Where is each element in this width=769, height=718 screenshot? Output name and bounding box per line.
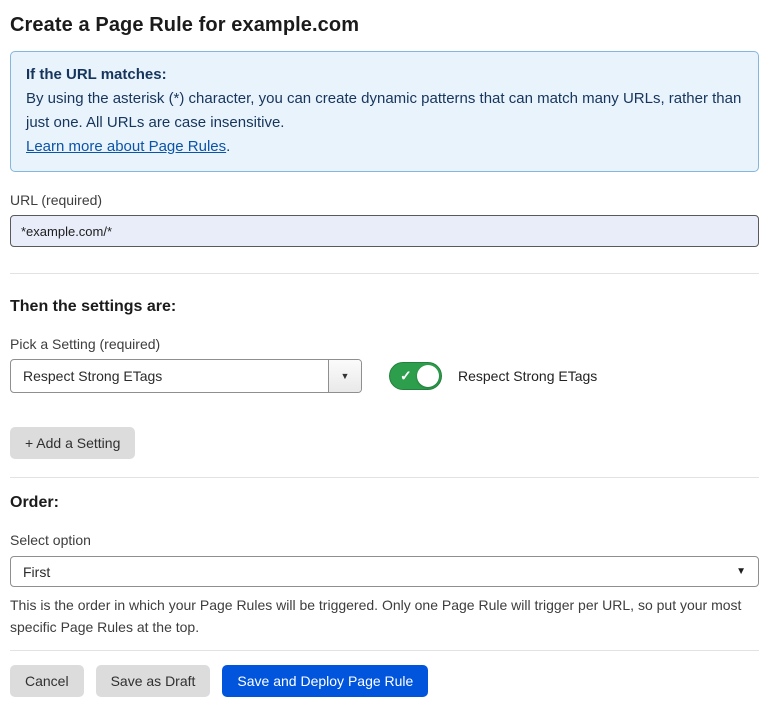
- divider: [10, 273, 759, 274]
- learn-more-link[interactable]: Learn more about Page Rules: [26, 138, 226, 155]
- setting-select-dropdown-button[interactable]: ▼: [328, 360, 361, 392]
- save-draft-button[interactable]: Save as Draft: [96, 665, 211, 697]
- setting-toggle[interactable]: ✓: [389, 362, 442, 390]
- info-box-body: By using the asterisk (*) character, you…: [26, 87, 743, 135]
- page-title: Create a Page Rule for example.com: [10, 14, 759, 37]
- order-select-value: First: [23, 564, 50, 580]
- order-select-label: Select option: [10, 532, 759, 548]
- pick-setting-label: Pick a Setting (required): [10, 336, 759, 352]
- toggle-knob: [417, 365, 439, 387]
- divider: [10, 650, 759, 651]
- cancel-button[interactable]: Cancel: [10, 665, 84, 697]
- order-heading: Order:: [10, 494, 759, 512]
- page-rule-form: Create a Page Rule for example.com If th…: [10, 14, 759, 697]
- info-box-heading: If the URL matches:: [26, 63, 743, 87]
- footer-actions: Cancel Save as Draft Save and Deploy Pag…: [10, 665, 759, 697]
- toggle-label: Respect Strong ETags: [458, 368, 597, 384]
- info-box-link-line: Learn more about Page Rules.: [26, 135, 743, 159]
- chevron-down-icon: ▼: [736, 566, 746, 577]
- order-help-text: This is the order in which your Page Rul…: [10, 594, 759, 638]
- setting-select[interactable]: Respect Strong ETags ▼: [10, 359, 362, 393]
- setting-row: Respect Strong ETags ▼ ✓ Respect Strong …: [10, 359, 759, 393]
- settings-heading: Then the settings are:: [10, 298, 759, 316]
- setting-select-value: Respect Strong ETags: [11, 360, 328, 392]
- link-period: .: [226, 138, 230, 155]
- url-match-info-box: If the URL matches: By using the asteris…: [10, 51, 759, 172]
- check-icon: ✓: [400, 369, 412, 383]
- add-setting-button[interactable]: + Add a Setting: [10, 427, 135, 459]
- order-select[interactable]: First ▼: [10, 556, 759, 587]
- chevron-down-icon: ▼: [341, 372, 350, 381]
- url-label: URL (required): [10, 192, 759, 208]
- save-deploy-button[interactable]: Save and Deploy Page Rule: [222, 665, 428, 697]
- divider: [10, 477, 759, 478]
- url-input[interactable]: [10, 215, 759, 247]
